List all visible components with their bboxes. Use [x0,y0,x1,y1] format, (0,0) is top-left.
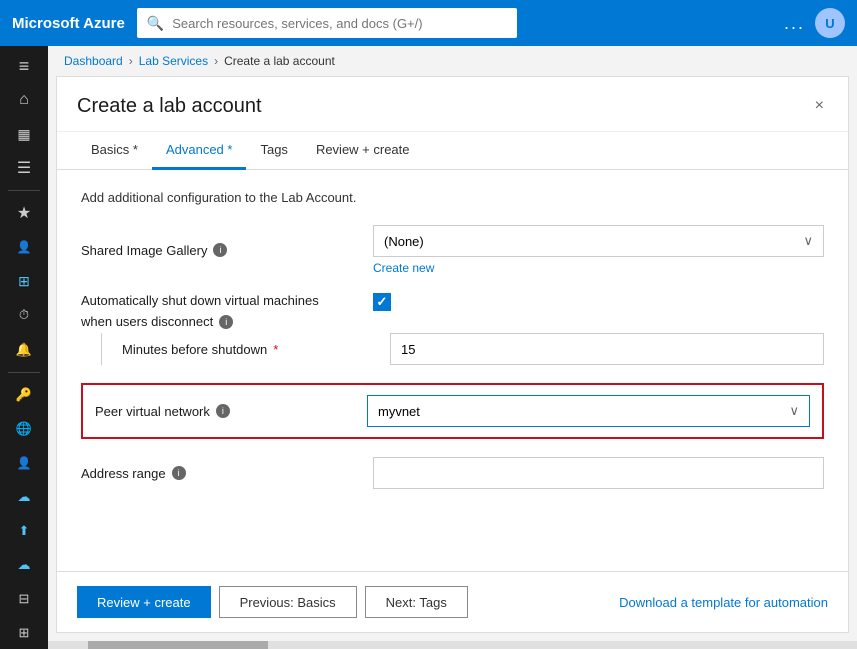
tab-tags[interactable]: Tags [246,132,301,170]
user-icon[interactable]: 👤 [4,231,44,263]
breadcrumb: Dashboard › Lab Services › Create a lab … [48,46,857,76]
address-range-input[interactable] [373,457,824,489]
search-box[interactable]: 🔍 [137,8,517,38]
address-range-info-icon[interactable]: i [172,466,186,480]
minutes-label: Minutes before shutdown [122,342,267,357]
panel-title: Create a lab account [77,95,262,118]
search-input[interactable] [172,16,507,31]
home-icon[interactable]: ⌂ [4,84,44,116]
expand-icon[interactable]: ≡ [4,50,44,82]
table-icon[interactable]: ⊟ [4,583,44,615]
shared-image-gallery-select[interactable]: (None) ∨ [373,225,824,257]
sidebar: ≡ ⌂ ▦ ☰ ★ 👤 ⊞ ⏱ 🔔 🔑 🌐 👤 ☁ ⬆ ☁ ⊟ ⊞ [0,46,48,649]
download-template-link[interactable]: Download a template for automation [619,595,828,610]
scrollbar-thumb[interactable] [88,641,268,649]
review-create-button[interactable]: Review + create [77,586,211,618]
indent-line [101,333,102,365]
azure-logo: Microsoft Azure [12,15,125,32]
network-icon[interactable]: 🌐 [4,413,44,445]
form-content: Add additional configuration to the Lab … [57,170,848,571]
shared-image-gallery-dropdown-icon: ∨ [803,233,813,249]
tab-review-create[interactable]: Review + create [302,132,424,170]
panel-footer: Review + create Previous: Basics Next: T… [57,571,848,632]
minutes-input[interactable] [390,333,824,365]
auto-shutdown-label-line2: when users disconnect [81,314,213,329]
minutes-before-shutdown-row: Minutes before shutdown * [101,333,824,365]
auto-shutdown-row: Automatically shut down virtual machines… [81,293,824,329]
peer-virtual-network-row: Peer virtual network i myvnet ∨ [81,383,824,439]
breadcrumb-lab-services[interactable]: Lab Services [139,54,208,68]
peer-vnet-value: myvnet [378,404,420,419]
close-button[interactable]: × [811,93,828,119]
address-range-label: Address range [81,466,166,481]
topbar-right: ... U [784,8,845,38]
create-lab-account-panel: Create a lab account × Basics * Advanced… [56,76,849,633]
form-subtitle: Add additional configuration to the Lab … [81,190,824,205]
dashboard-icon[interactable]: ▦ [4,118,44,150]
peer-vnet-info-icon[interactable]: i [216,404,230,418]
create-new-link[interactable]: Create new [373,261,824,275]
sidebar-divider-2 [8,372,40,373]
breadcrumb-sep-1: › [129,54,133,68]
bottom-icon[interactable]: ⊞ [4,617,44,649]
breadcrumb-current: Create a lab account [224,54,335,68]
avatar[interactable]: U [815,8,845,38]
address-range-row: Address range i [81,457,824,489]
person-icon[interactable]: 👤 [4,447,44,479]
scrollbar-area [48,641,857,649]
main-layout: ≡ ⌂ ▦ ☰ ★ 👤 ⊞ ⏱ 🔔 🔑 🌐 👤 ☁ ⬆ ☁ ⊟ ⊞ Dashbo… [0,46,857,649]
next-button[interactable]: Next: Tags [365,586,468,618]
shared-image-gallery-label: Shared Image Gallery [81,243,207,258]
upload-icon[interactable]: ⬆ [4,515,44,547]
cloud-icon[interactable]: ☁ [4,549,44,581]
clock-icon[interactable]: ⏱ [4,299,44,331]
peer-vnet-select[interactable]: myvnet ∨ [367,395,810,427]
checkbox-check-icon: ✓ [377,294,388,310]
auto-shutdown-info-icon[interactable]: i [219,315,233,329]
required-asterisk: * [273,342,278,357]
topbar: Microsoft Azure 🔍 ... U [0,0,857,46]
content-area: Dashboard › Lab Services › Create a lab … [48,46,857,649]
tabs-bar: Basics * Advanced * Tags Review + create [57,132,848,170]
list-icon[interactable]: ☰ [4,152,44,184]
breadcrumb-dashboard[interactable]: Dashboard [64,54,123,68]
peer-vnet-label: Peer virtual network [95,404,210,419]
shared-image-gallery-control: (None) ∨ Create new [373,225,824,275]
sidebar-divider [8,190,40,191]
key-icon[interactable]: 🔑 [4,378,44,410]
tab-advanced[interactable]: Advanced * [152,132,247,170]
star-icon[interactable]: ★ [4,197,44,229]
search-icon: 🔍 [147,15,164,32]
shared-image-gallery-row: Shared Image Gallery i (None) ∨ Create n… [81,225,824,275]
tab-basics[interactable]: Basics * [77,132,152,170]
previous-button[interactable]: Previous: Basics [219,586,357,618]
peer-vnet-dropdown-icon: ∨ [789,403,799,419]
panel-header: Create a lab account × [57,77,848,132]
bell-icon[interactable]: 🔔 [4,334,44,366]
cloud-download-icon[interactable]: ☁ [4,481,44,513]
grid-icon[interactable]: ⊞ [4,265,44,297]
auto-shutdown-checkbox[interactable]: ✓ [373,293,391,311]
breadcrumb-sep-2: › [214,54,218,68]
shared-image-gallery-info-icon[interactable]: i [213,243,227,257]
shared-image-gallery-value: (None) [384,234,424,249]
auto-shutdown-label-line1: Automatically shut down virtual machines [81,293,319,308]
topbar-dots[interactable]: ... [784,13,805,34]
